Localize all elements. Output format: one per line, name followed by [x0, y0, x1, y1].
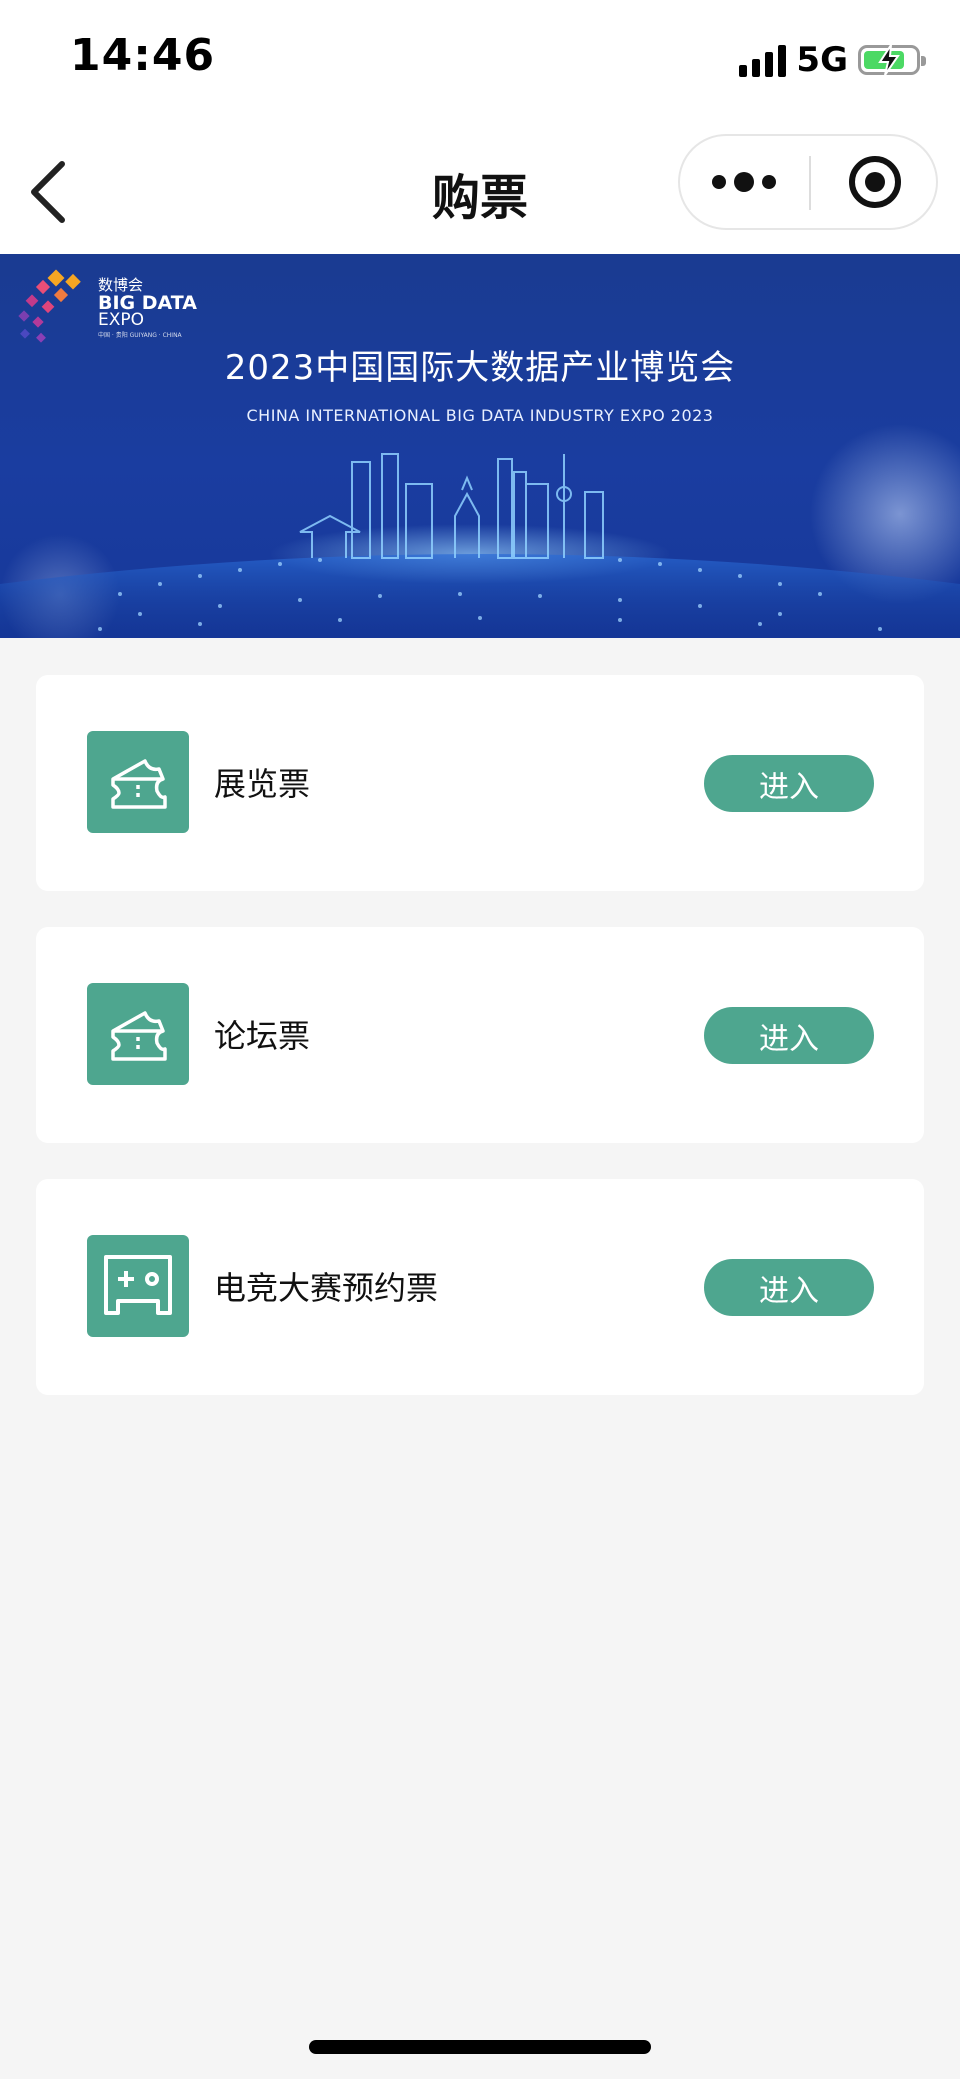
- enter-esports-button[interactable]: 进入: [704, 1259, 874, 1316]
- ticket-label: 展览票: [214, 765, 311, 803]
- ticket-label: 电竞大赛预约票: [214, 1269, 439, 1307]
- more-dot-icon: [762, 175, 776, 189]
- signal-icon: [739, 43, 787, 77]
- nav-bar: 购票: [0, 120, 960, 254]
- mini-program-capsule: [678, 134, 938, 230]
- target-circle-icon: [848, 156, 901, 208]
- expo-logo-location: 中国 · 贵阳 GUIYANG · CHINA: [98, 332, 182, 339]
- banner-title: 2023中国国际大数据产业博览会: [224, 348, 736, 388]
- home-indicator[interactable]: [309, 2040, 651, 2054]
- ticket-icon-graphic: [111, 759, 167, 809]
- status-time: 14:46: [70, 30, 216, 81]
- ticket-icon: [87, 983, 189, 1085]
- more-button[interactable]: [680, 136, 808, 228]
- expo-banner: 数博会 BIG DATA EXPO 中国 · 贵阳 GUIYANG · CHIN…: [0, 254, 960, 638]
- enter-exhibition-button[interactable]: 进入: [704, 755, 874, 812]
- close-miniprogram-button[interactable]: [811, 136, 938, 228]
- ticket-icon-graphic: [111, 1011, 167, 1061]
- battery-charging-icon: [858, 44, 926, 76]
- gamepad-icon: [87, 1235, 189, 1337]
- enter-forum-button[interactable]: 进入: [704, 1007, 874, 1064]
- network-type: 5G: [796, 40, 848, 80]
- ticket-card-forum: 论坛票 进入: [36, 927, 924, 1143]
- ticket-card-exhibition: 展览票 进入: [36, 675, 924, 891]
- banner-subtitle: CHINA INTERNATIONAL BIG DATA INDUSTRY EX…: [246, 406, 714, 425]
- more-dot-icon: [734, 172, 754, 192]
- gamepad-icon-graphic: [104, 1255, 172, 1315]
- ticket-icon: [87, 731, 189, 833]
- status-bar: 14:46 5G: [0, 0, 960, 120]
- status-indicators: 5G: [739, 38, 926, 82]
- expo-logo-en-2: EXPO: [98, 310, 145, 330]
- more-dot-icon: [712, 175, 726, 189]
- ticket-card-esports: 电竞大赛预约票 进入: [36, 1179, 924, 1395]
- ticket-label: 论坛票: [214, 1017, 311, 1055]
